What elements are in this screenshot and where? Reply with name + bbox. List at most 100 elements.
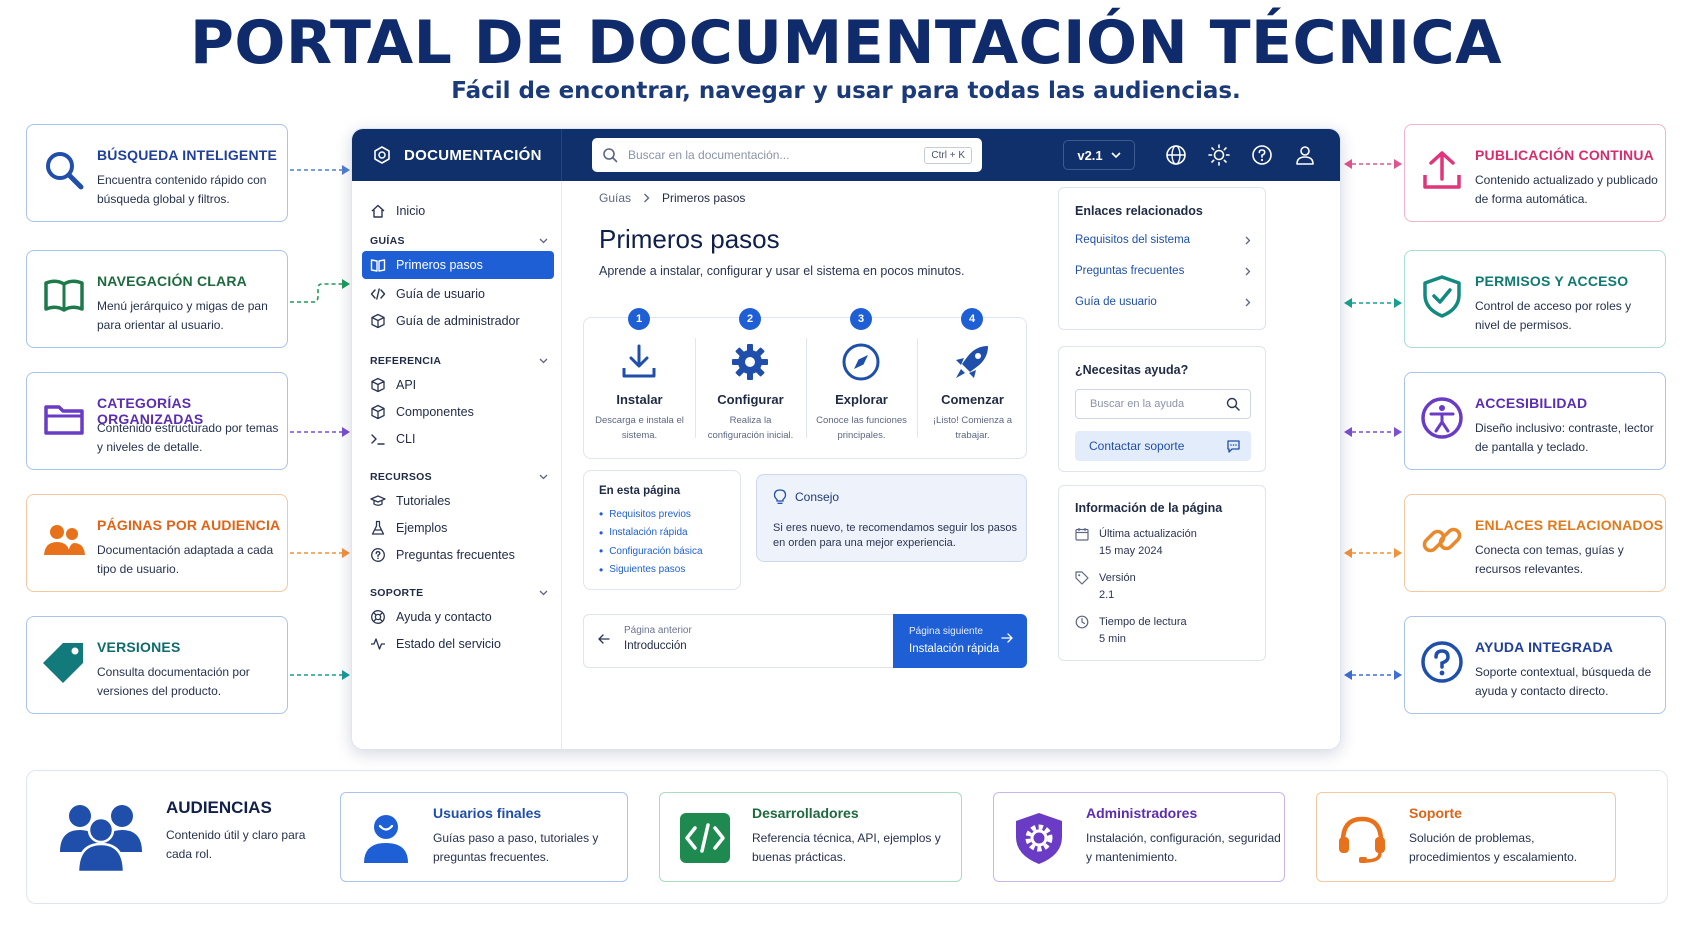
sidebar-item-service-status[interactable]: Estado del servicio [362,630,554,658]
page-title: PORTAL DE DOCUMENTACIÓN TÉCNICA [189,8,1503,78]
connector-search [290,165,350,175]
feature-card-versions: VERSIONES Consulta documentación por ver… [26,616,288,714]
sidebar-item-components[interactable]: Componentes [362,398,554,426]
toc-link[interactable]: Requisitos previos [599,505,703,524]
feature-card-permissions: PERMISOS Y ACCESO Control de acceso por … [1404,250,1666,348]
audiences-desc: Contenido útil y claro para cada rol. [166,828,306,861]
help-icon[interactable] [1250,143,1274,167]
chevron-right-icon [1245,267,1251,275]
feature-desc: Control de acceso por roles y nivel de p… [1475,299,1632,332]
sidebar-section-guides[interactable]: GUÍAS [370,235,548,247]
next-page-label: Página siguiente [909,626,983,637]
sun-icon[interactable] [1207,143,1231,167]
sidebar-item-faq[interactable]: Preguntas frecuentes [362,541,554,569]
feature-desc: Contenido estructurado por temas y nivel… [97,421,279,454]
toc-link[interactable]: Instalación rápida [599,524,703,543]
sidebar-item-admin-guide[interactable]: Guía de administrador [362,307,554,335]
sidebar-item-tutorials[interactable]: Tutoriales [362,487,554,515]
book-icon [44,279,84,312]
breadcrumb-parent[interactable]: Guías [599,191,631,205]
sidebar-item-cli[interactable]: CLI [362,425,554,453]
brand[interactable]: DOCUMENTACIÓN [352,129,562,181]
related-links-panel: Enlaces relacionados Requisitos del sist… [1058,187,1266,330]
info-value: 5 min [1099,633,1126,645]
chevron-right-icon [644,193,650,203]
help-search-input[interactable]: Buscar en la ayuda [1075,389,1251,419]
version-selector[interactable]: v2.1 [1063,140,1135,170]
next-page-button[interactable]: Página siguiente Instalación rápida [893,614,1027,668]
connector-audience [290,548,350,558]
related-link[interactable]: Preguntas frecuentes [1075,265,1251,277]
article-title: Primeros pasos [599,224,780,254]
tip-callout: Consejo Si eres nuevo, te recomendamos s… [756,474,1027,562]
sidebar-item-home[interactable]: Inicio [362,197,554,225]
lightbulb-icon [773,489,787,504]
group-icon [60,805,142,872]
feature-title: NAVEGACIÓN CLARA [97,273,247,289]
previous-page-link[interactable]: Página anterior Introducción [598,625,692,652]
feature-desc: Conecta con temas, guías y recursos rele… [1475,543,1624,576]
globe-icon[interactable] [1164,143,1188,167]
page-info-title: Información de la página [1075,501,1223,515]
user-icon [364,815,408,863]
audience-card-end-users: Usuarios finales Guías paso a paso, tuto… [340,792,628,882]
step-number: 3 [850,308,872,330]
sidebar-section-reference[interactable]: REFERENCIA [370,355,548,367]
related-link[interactable]: Guía de usuario [1075,296,1251,308]
user-account-icon[interactable] [1293,143,1317,167]
sidebar-item-help-contact[interactable]: Ayuda y contacto [362,603,554,631]
related-link[interactable]: Requisitos del sistema [1075,234,1251,246]
toc-link[interactable]: Siguientes pasos [599,561,703,580]
accessibility-icon [1421,397,1463,439]
search-input[interactable]: Buscar en la documentación... Ctrl + K [592,138,982,172]
sidebar-item-user-guide[interactable]: Guía de usuario [362,280,554,308]
previous-page-label: Página anterior [624,625,692,636]
shield-gear-icon [1016,813,1062,864]
rocket-icon [956,346,988,378]
sidebar-item-label: CLI [396,432,416,446]
search-placeholder: Buscar en la documentación... [628,148,790,162]
sidebar-item-label: Estado del servicio [396,637,501,651]
feature-card-search: BÚSQUEDA INTELIGENTE Encuentra contenido… [26,124,288,222]
feature-card-publishing: PUBLICACIÓN CONTINUA Contenido actualiza… [1404,124,1666,222]
connector-versions [290,670,350,680]
page-subtitle: Fácil de encontrar, navegar y usar para … [451,78,1241,104]
connector-help [1344,670,1402,680]
cube-icon [371,313,385,329]
clock-icon [1075,615,1089,629]
cube-icon [371,404,385,420]
feature-title: BÚSQUEDA INTELIGENTE [97,147,278,163]
step-explore[interactable]: 3 Explorar Conoce las funciones principa… [806,308,917,460]
feature-desc: Soporte contextual, búsqueda de ayuda y … [1475,665,1652,698]
toc-title: En esta página [599,485,681,497]
audience-card-desc: Referencia técnica, API, ejemplos y buen… [752,831,941,864]
sidebar-section-support[interactable]: SOPORTE [370,587,548,599]
sidebar-section-resources[interactable]: RECURSOS [370,471,548,483]
shield-check-icon [1423,275,1461,318]
audience-card-desc: Guías paso a paso, tutoriales y pregunta… [433,831,599,864]
tag-icon [43,643,83,683]
feature-title: VERSIONES [97,639,181,655]
step-install[interactable]: 1 Instalar Descarga e instala el sistema… [584,308,695,460]
info-value: 2.1 [1099,589,1115,601]
sidebar-item-api[interactable]: API [362,371,554,399]
audience-card-desc: Instalación, configuración, seguridad y … [1086,831,1281,864]
sidebar-item-getting-started[interactable]: Primeros pasos [362,251,554,279]
connector-related [1344,548,1402,558]
sidebar-item-label: Guía de usuario [396,287,485,301]
related-link-label: Requisitos del sistema [1075,234,1191,246]
toc-link[interactable]: Configuración básica [599,542,702,561]
page-info-panel: Información de la página Última actualiz… [1058,485,1266,661]
step-number: 4 [961,308,983,330]
feature-desc: Encuentra contenido rápido con búsqueda … [97,173,267,206]
sidebar-item-examples[interactable]: Ejemplos [362,514,554,542]
step-configure[interactable]: 2 Configurar Realiza la configuración in… [695,308,806,460]
home-icon [371,204,385,218]
headset-icon [1339,816,1385,863]
contact-support-button[interactable]: Contactar soporte [1075,431,1251,461]
step-start[interactable]: 4 Comenzar ¡Listo! Comienza a trabajar. [917,308,1028,460]
step-title: Comenzar [941,392,1004,407]
sidebar-item-label: Guía de administrador [396,314,520,328]
step-number: 2 [739,308,761,330]
feature-desc: Documentación adaptada a cada tipo de us… [97,543,274,576]
